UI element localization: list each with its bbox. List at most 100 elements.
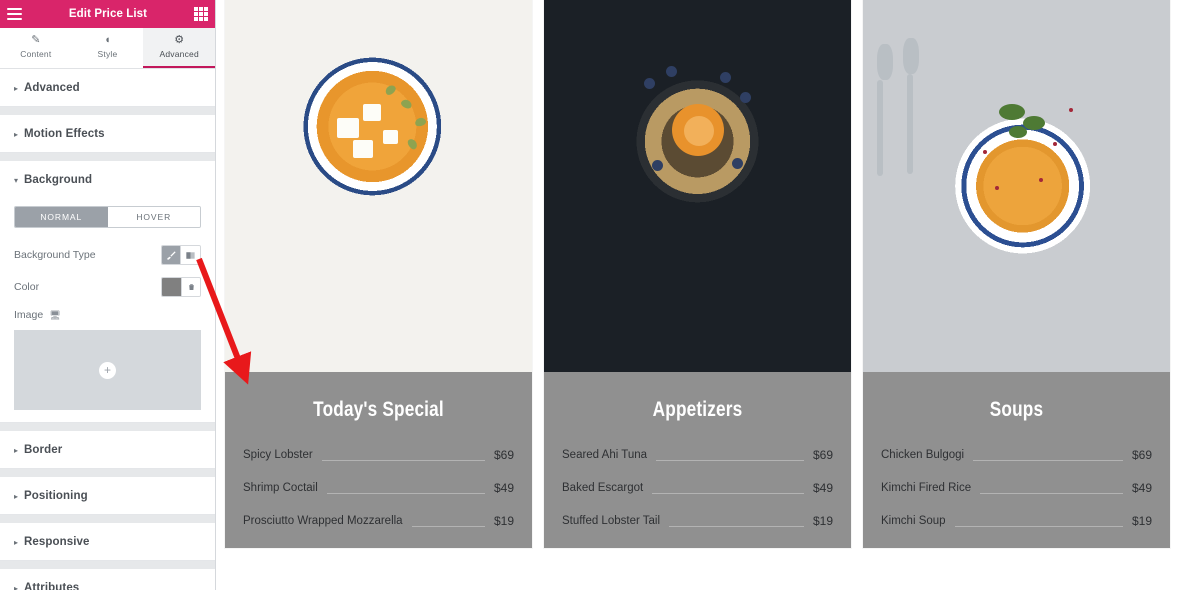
section-responsive-label: Responsive [24, 536, 90, 548]
price-list-item[interactable]: Seared Ahi Tuna $69 [562, 448, 833, 462]
item-separator [669, 525, 804, 527]
section-attributes-label: Attributes [24, 582, 80, 590]
background-type-row: Background Type [14, 242, 201, 268]
item-price: $49 [812, 481, 833, 495]
image-dropzone[interactable]: + [14, 330, 201, 410]
price-list-body: Appetizers Seared Ahi Tuna $69 Baked Esc… [544, 372, 851, 548]
chevron-right-icon: ▸ [14, 129, 19, 139]
item-price: $69 [1131, 448, 1152, 462]
item-name: Stuffed Lobster Tail [562, 515, 661, 527]
section-background-label: Background [24, 174, 93, 186]
trash-icon[interactable] [181, 278, 200, 296]
section-background-header[interactable]: ▾ Background [0, 162, 215, 198]
item-separator [656, 459, 804, 461]
background-image-label: Image [14, 309, 44, 321]
item-name: Chicken Bulgogi [881, 449, 965, 461]
price-list-title: Today's Special [313, 398, 444, 421]
price-list-title: Soups [989, 398, 1044, 421]
editor-canvas: Today's Special Spicy Lobster $69 Shrimp… [216, 0, 1200, 590]
section-divider [0, 107, 215, 115]
section-positioning-header[interactable]: ▸ Positioning [0, 478, 215, 514]
section-border-label: Border [24, 444, 63, 456]
section-responsive[interactable]: ▸ Responsive [0, 523, 215, 561]
grid-apps-icon[interactable] [194, 7, 208, 21]
tab-advanced[interactable]: ⚙ Advanced [143, 28, 215, 68]
section-background-body: NORMAL HOVER Background Type Color Image… [0, 206, 215, 422]
price-list-item[interactable]: Prosciutto Wrapped Mozzarella $19 [243, 514, 514, 528]
color-swatch[interactable] [162, 278, 181, 296]
price-list-card[interactable]: Appetizers Seared Ahi Tuna $69 Baked Esc… [544, 0, 851, 548]
item-price: $19 [1131, 514, 1152, 528]
item-price: $69 [493, 448, 514, 462]
monitor-icon[interactable]: 🖥 [49, 310, 60, 321]
color-picker [161, 277, 201, 297]
item-price: $19 [493, 514, 514, 528]
panel-body: ▸ Advanced ▸ Motion Effects ▾ Background [0, 69, 215, 590]
page-title: Edit Price List [68, 8, 148, 20]
carrot-soup-spoons-photo [863, 0, 1170, 372]
section-border[interactable]: ▸ Border [0, 431, 215, 469]
price-list-item[interactable]: Stuffed Lobster Tail $19 [562, 514, 833, 528]
item-name: Shrimp Coctail [243, 482, 318, 494]
section-motion-effects-header[interactable]: ▸ Motion Effects [0, 116, 215, 152]
item-price: $49 [493, 481, 514, 495]
price-list-item[interactable]: Kimchi Fired Rice $49 [881, 481, 1152, 495]
section-responsive-header[interactable]: ▸ Responsive [0, 524, 215, 560]
state-tab-hover[interactable]: HOVER [107, 207, 200, 227]
chevron-down-icon: ▾ [14, 175, 19, 185]
price-list-item[interactable]: Shrimp Coctail $49 [243, 481, 514, 495]
price-list-item[interactable]: Kimchi Soup $19 [881, 514, 1152, 528]
tab-style[interactable]: ◖ Style [72, 28, 144, 68]
section-border-header[interactable]: ▸ Border [0, 432, 215, 468]
background-image-label-wrap: Image 🖥 [14, 309, 201, 321]
item-name: Prosciutto Wrapped Mozzarella [243, 515, 403, 527]
item-separator [954, 525, 1123, 527]
chevron-right-icon: ▸ [14, 83, 19, 93]
state-tab-normal[interactable]: NORMAL [15, 207, 108, 227]
section-motion-effects-label: Motion Effects [24, 128, 105, 140]
background-type-controls [161, 245, 201, 265]
background-state-tabs: NORMAL HOVER [14, 206, 201, 228]
gear-icon: ⚙ [174, 34, 185, 46]
plus-icon[interactable]: + [99, 361, 116, 379]
section-divider [0, 561, 215, 569]
price-list-card[interactable]: Soups Chicken Bulgogi $69 Kimchi Fired R… [863, 0, 1170, 548]
section-motion-effects[interactable]: ▸ Motion Effects [0, 115, 215, 153]
section-advanced[interactable]: ▸ Advanced [0, 69, 215, 107]
price-list-card[interactable]: Today's Special Spicy Lobster $69 Shrimp… [225, 0, 532, 548]
price-list-title: Appetizers [652, 398, 743, 421]
item-separator [326, 492, 485, 494]
item-separator [980, 492, 1123, 494]
tab-style-label: Style [97, 49, 118, 59]
item-name: Spicy Lobster [243, 449, 313, 461]
item-separator [652, 492, 804, 494]
panel-header: Edit Price List [0, 0, 215, 28]
paint-brush-icon[interactable] [162, 246, 181, 264]
editor-panel: Edit Price List ✎ Content ◖ Style ⚙ Adva… [0, 0, 216, 590]
section-advanced-header[interactable]: ▸ Advanced [0, 70, 215, 106]
price-list-item[interactable]: Spicy Lobster $69 [243, 448, 514, 462]
gradient-icon[interactable] [181, 246, 200, 264]
background-type-button-group [161, 245, 201, 265]
price-list-item[interactable]: Baked Escargot $49 [562, 481, 833, 495]
section-background[interactable]: ▾ Background NORMAL HOVER Background Typ… [0, 161, 215, 423]
chevron-right-icon: ▸ [14, 491, 19, 501]
chevron-right-icon: ▸ [14, 445, 19, 455]
pencil-icon: ✎ [31, 34, 41, 46]
skillet-pancake-blueberries-photo [544, 0, 851, 372]
section-attributes-header[interactable]: ▸ Attributes [0, 570, 215, 590]
item-price: $19 [812, 514, 833, 528]
tab-content[interactable]: ✎ Content [0, 28, 72, 68]
item-price: $69 [812, 448, 833, 462]
background-type-label: Background Type [14, 249, 96, 261]
hamburger-icon[interactable] [7, 8, 22, 20]
section-advanced-label: Advanced [24, 82, 80, 94]
item-separator [973, 459, 1123, 461]
tab-advanced-label: Advanced [159, 49, 199, 59]
section-attributes[interactable]: ▸ Attributes [0, 569, 215, 590]
background-color-controls [161, 277, 201, 297]
item-separator [321, 459, 485, 461]
background-color-row: Color [14, 274, 201, 300]
section-positioning[interactable]: ▸ Positioning [0, 477, 215, 515]
price-list-item[interactable]: Chicken Bulgogi $69 [881, 448, 1152, 462]
